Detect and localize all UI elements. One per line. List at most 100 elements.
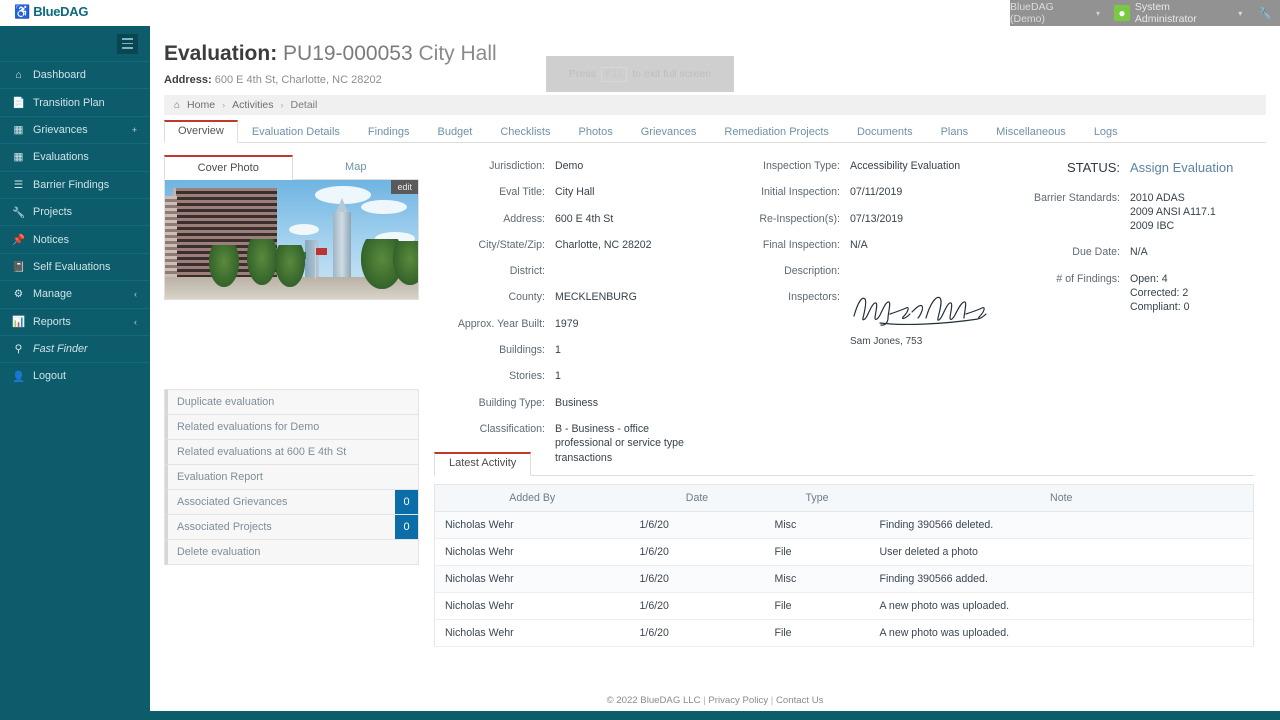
tenant-selector[interactable]: BlueDAG (Demo) ▾ — [1010, 1, 1100, 25]
tree-shape — [393, 241, 418, 285]
sidebar-item-grievances[interactable]: ▦ Grievances + — [0, 115, 150, 143]
tab-evaluation-details[interactable]: Evaluation Details — [238, 122, 354, 143]
sidebar-item-label: Logout — [33, 370, 67, 383]
action-duplicate-evaluation[interactable]: Duplicate evaluation — [165, 390, 418, 415]
cell-date: 1/6/20 — [629, 511, 765, 539]
sidebar-item-label: Grievances — [33, 123, 88, 136]
tab-overview[interactable]: Overview — [164, 120, 238, 143]
tree-shape — [247, 239, 277, 285]
action-associated-projects[interactable]: Associated Projects 0 — [165, 515, 418, 540]
action-related-evaluations-address[interactable]: Related evaluations at 600 E 4th St — [165, 440, 418, 465]
sidebar-item-evaluations[interactable]: ▦ Evaluations — [0, 143, 150, 170]
table-row[interactable]: Nicholas Wehr 1/6/20 File A new photo wa… — [434, 592, 1254, 620]
column-header-type[interactable]: Type — [764, 484, 870, 512]
sidebar-item-label: Projects — [33, 206, 73, 219]
field-initial-inspection: Initial Inspection: 07/11/2019 — [750, 185, 1035, 199]
sidebar-item-notices[interactable]: 📌 Notices — [0, 225, 150, 252]
photo-card-tabs: Cover Photo Map — [164, 155, 419, 180]
evaluation-id: PU19-000053 — [283, 42, 413, 65]
tab-miscellaneous[interactable]: Miscellaneous — [982, 122, 1080, 143]
field-label: Initial Inspection: — [761, 186, 840, 199]
field-label: District: — [509, 265, 545, 278]
hamburger-menu-icon[interactable] — [117, 33, 138, 54]
list-icon: ☰ — [13, 178, 24, 191]
field-value: 1 — [555, 344, 561, 357]
wrench-icon[interactable]: 🔧 — [1258, 7, 1272, 20]
footer-contact-us-link[interactable]: Contact Us — [776, 695, 823, 706]
sidebar-item-manage[interactable]: ⚙ Manage ‹ — [0, 280, 150, 307]
breadcrumb-item-home[interactable]: Home — [187, 99, 215, 111]
field-description: Description: — [750, 264, 1035, 278]
tab-documents[interactable]: Documents — [843, 122, 927, 143]
tab-cover-photo[interactable]: Cover Photo — [164, 155, 293, 180]
field-value: 1979 — [555, 317, 579, 330]
tab-findings[interactable]: Findings — [354, 122, 424, 143]
sidebar-item-barrier-findings[interactable]: ☰ Barrier Findings — [0, 170, 150, 198]
tab-grievances[interactable]: Grievances — [627, 122, 711, 143]
evaluation-actions-list: Duplicate evaluation Related evaluations… — [164, 389, 419, 565]
action-delete-evaluation[interactable]: Delete evaluation — [165, 540, 418, 565]
tab-photos[interactable]: Photos — [564, 122, 626, 143]
user-icon: 👤 — [12, 370, 26, 383]
field-label: Inspectors: — [788, 291, 840, 304]
sidebar-item-projects[interactable]: 🔧 Projects — [0, 197, 150, 225]
flag-shape — [316, 248, 327, 255]
user-menu[interactable]: ● System Administrator ▾ — [1114, 1, 1242, 25]
findings-open: Open: 4 — [1130, 272, 1168, 285]
cell-note: User deleted a photo — [869, 538, 1254, 566]
column-header-date[interactable]: Date — [629, 484, 765, 512]
tab-map[interactable]: Map — [293, 155, 420, 179]
field-final-inspection: Final Inspection: N/A — [750, 238, 1035, 252]
cell-added-by: Nicholas Wehr — [434, 565, 630, 593]
tab-plans[interactable]: Plans — [927, 122, 983, 143]
tab-latest-activity[interactable]: Latest Activity — [434, 452, 532, 476]
table-row[interactable]: Nicholas Wehr 1/6/20 File User deleted a… — [434, 538, 1254, 566]
tab-remediation-projects[interactable]: Remediation Projects — [710, 122, 843, 143]
sidebar-item-dashboard[interactable]: ⌂ Dashboard — [0, 61, 150, 88]
column-header-added-by[interactable]: Added By — [434, 484, 630, 512]
breadcrumb-item-activities[interactable]: Activities — [232, 99, 273, 111]
table-row[interactable]: Nicholas Wehr 1/6/20 File A new photo wa… — [434, 619, 1254, 647]
field-inspection-type: Inspection Type: Accessibility Evaluatio… — [750, 159, 1035, 173]
action-evaluation-report[interactable]: Evaluation Report — [165, 465, 418, 490]
status-badge[interactable]: Assign Evaluation — [1130, 159, 1233, 177]
table-header-row: Added By Date Type Note — [434, 484, 1254, 512]
field-value: MECKLENBURG — [555, 291, 637, 304]
sidebar-item-logout[interactable]: 👤 Logout — [0, 362, 150, 389]
field-value: N/A — [850, 238, 868, 251]
edit-photo-button[interactable]: edit — [391, 180, 418, 194]
column-header-note[interactable]: Note — [869, 484, 1254, 512]
footer-privacy-policy-link[interactable]: Privacy Policy — [708, 695, 768, 706]
sidebar-item-reports[interactable]: 📊 Reports ‹ — [0, 307, 150, 335]
sidebar-item-fast-finder[interactable]: ⚲ Fast Finder — [0, 334, 150, 362]
tree-shape — [209, 245, 239, 287]
cover-photo-image[interactable]: edit — [164, 180, 419, 300]
book-icon: 📓 — [12, 261, 26, 274]
inspector-name: Sam Jones, 753 — [850, 335, 923, 347]
user-avatar-icon: ● — [1114, 5, 1130, 21]
field-inspectors: Inspectors: Sam Jones, 753 — [750, 290, 1035, 348]
cell-date: 1/6/20 — [629, 592, 765, 620]
action-label: Evaluation Report — [177, 471, 263, 483]
home-icon: ⌂ — [174, 99, 181, 111]
brand-logo[interactable]: ♿ BlueDAG — [14, 4, 88, 19]
chevron-down-icon: ▾ — [1096, 8, 1101, 18]
cell-date: 1/6/20 — [629, 619, 765, 647]
action-associated-grievances[interactable]: Associated Grievances 0 — [165, 490, 418, 515]
sidebar-item-self-evaluations[interactable]: 📓 Self Evaluations — [0, 252, 150, 280]
sidebar-item-transition-plan[interactable]: 📄 Transition Plan — [0, 88, 150, 115]
table-row[interactable]: Nicholas Wehr 1/6/20 Misc Finding 390566… — [434, 565, 1254, 593]
cell-added-by: Nicholas Wehr — [434, 511, 630, 539]
associated-projects-count-badge: 0 — [395, 515, 418, 539]
tab-budget[interactable]: Budget — [423, 122, 486, 143]
sidebar-item-label: Fast Finder — [33, 343, 88, 356]
barrier-standard-item: 2010 ADAS — [1130, 191, 1185, 204]
tab-checklists[interactable]: Checklists — [486, 122, 564, 143]
table-row[interactable]: Nicholas Wehr 1/6/20 Misc Finding 390566… — [434, 511, 1254, 539]
action-related-evaluations-jurisdiction[interactable]: Related evaluations for Demo — [165, 415, 418, 440]
cell-note: A new photo was uploaded. — [869, 619, 1254, 647]
fullscreen-hint-suffix: to exit full screen — [632, 68, 712, 80]
action-label: Duplicate evaluation — [177, 396, 275, 408]
tab-logs[interactable]: Logs — [1080, 122, 1132, 143]
fullscreen-hint-prefix: Press — [568, 68, 596, 80]
